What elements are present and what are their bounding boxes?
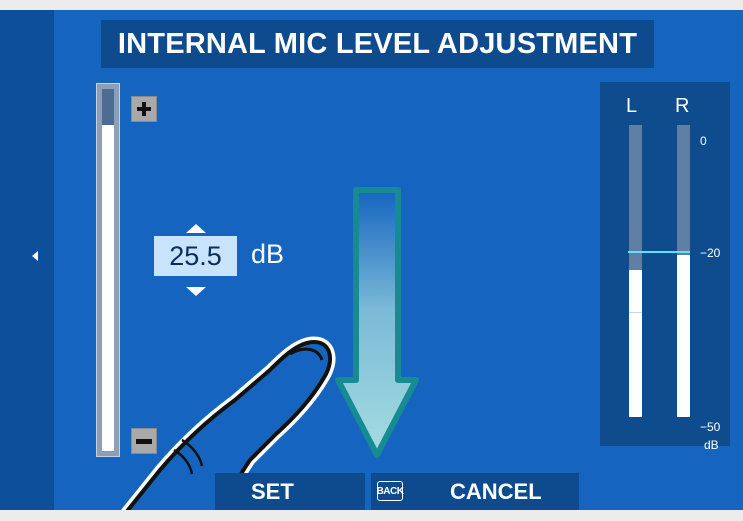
set-label: SET — [251, 478, 294, 504]
level-unit: dB — [251, 239, 285, 269]
channel-right-label: R — [675, 95, 690, 117]
reference-level-line — [628, 251, 690, 253]
tick-minus-50: −50 — [700, 420, 721, 434]
tick-0: 0 — [700, 134, 707, 148]
triangle-left-icon[interactable] — [32, 251, 38, 261]
triangle-up-icon[interactable] — [186, 224, 206, 233]
audio-level-meter: L R 0 −20 −50 dB — [600, 82, 730, 452]
plus-icon[interactable] — [131, 96, 157, 122]
page-title: INTERNAL MIC LEVEL ADJUSTMENT — [101, 20, 654, 68]
left-nav-strip[interactable] — [0, 10, 54, 510]
triangle-down-icon[interactable] — [186, 287, 206, 296]
right-channel-bar — [677, 125, 690, 417]
right-channel-fill — [677, 255, 690, 417]
back-icon: BACK — [377, 481, 404, 501]
cancel-button[interactable]: BACK CANCEL — [371, 473, 579, 510]
camera-screen: INTERNAL MIC LEVEL ADJUSTMENT 25.5 dB L … — [0, 10, 743, 510]
meter-unit: dB — [704, 438, 719, 452]
set-button[interactable]: SET — [215, 473, 365, 510]
left-channel-fill — [629, 270, 642, 417]
level-value[interactable]: 25.5 — [154, 236, 237, 276]
tick-minus-20: −20 — [700, 246, 721, 260]
channel-left-label: L — [626, 95, 638, 117]
cancel-label: CANCEL — [450, 479, 542, 504]
left-channel-bar — [629, 125, 642, 417]
left-channel-segment — [629, 312, 642, 313]
